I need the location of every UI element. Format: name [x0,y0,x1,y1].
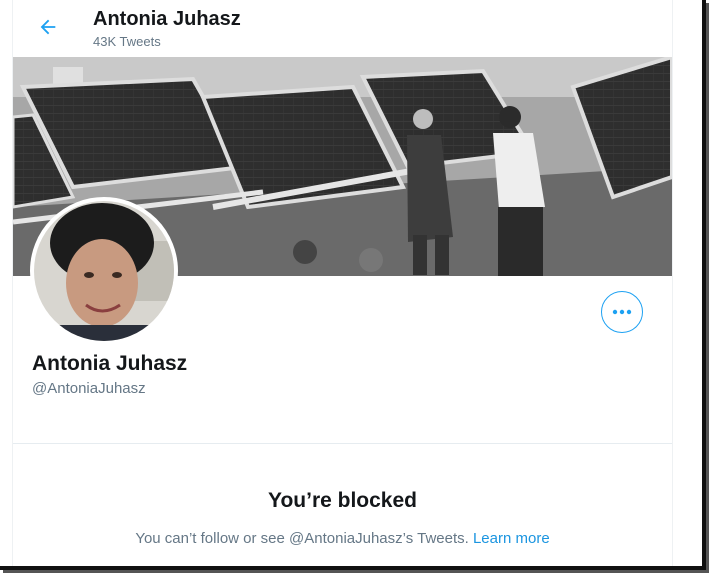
back-button[interactable] [31,12,65,42]
header-title: Antonia Juhasz [93,8,241,30]
arrow-left-icon [40,19,56,35]
tweet-count: 43K Tweets [93,34,161,49]
blocked-message: You can’t follow or see @AntoniaJuhasz’s… [13,530,672,547]
blocked-title: You’re blocked [268,489,417,512]
profile-column: Antonia Juhasz 43K Tweets Antonia Juhasz… [12,0,673,566]
avatar-image [34,201,174,341]
profile-handle: @AntoniaJuhasz [32,380,146,397]
window-frame: Antonia Juhasz 43K Tweets Antonia Juhasz… [0,0,706,570]
blocked-message-text: You can’t follow or see @AntoniaJuhasz’s… [135,530,469,547]
learn-more-link[interactable]: Learn more [473,530,550,547]
profile-name: Antonia Juhasz [32,352,188,375]
more-horizontal-icon [612,309,632,315]
top-bar: Antonia Juhasz 43K Tweets [13,0,672,56]
more-button[interactable] [601,291,643,333]
divider [13,443,672,444]
avatar[interactable] [30,197,178,345]
